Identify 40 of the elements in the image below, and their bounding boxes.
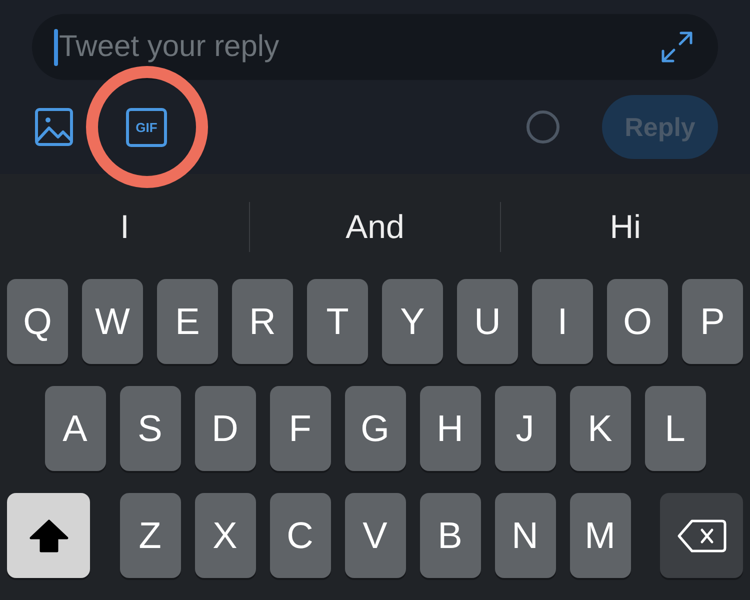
- image-icon: [35, 108, 73, 146]
- key[interactable]: S: [120, 386, 180, 471]
- key[interactable]: Y: [382, 279, 443, 364]
- key[interactable]: E: [157, 279, 218, 364]
- reply-input[interactable]: Tweet your reply: [32, 14, 718, 80]
- key[interactable]: V: [344, 493, 406, 578]
- shift-key[interactable]: [7, 493, 90, 578]
- key[interactable]: A: [44, 386, 106, 471]
- key[interactable]: R: [232, 279, 293, 364]
- key[interactable]: O: [607, 279, 668, 364]
- key[interactable]: W: [82, 279, 143, 364]
- key[interactable]: C: [270, 493, 330, 578]
- key[interactable]: T: [307, 279, 368, 364]
- key[interactable]: N: [494, 493, 556, 578]
- word-suggestion[interactable]: Hi: [610, 208, 641, 246]
- shift-arrow-icon: [28, 518, 68, 552]
- expand-icon: [660, 30, 694, 64]
- word-suggestion[interactable]: I: [120, 208, 130, 246]
- key[interactable]: U: [457, 279, 518, 364]
- add-image-button[interactable]: [35, 108, 73, 146]
- key[interactable]: K: [570, 386, 630, 471]
- key[interactable]: D: [194, 386, 256, 471]
- delete-key[interactable]: [660, 493, 743, 578]
- key[interactable]: L: [644, 386, 706, 471]
- key[interactable]: I: [532, 279, 593, 364]
- backspace-icon: [676, 518, 726, 552]
- key[interactable]: X: [194, 493, 256, 578]
- key[interactable]: Z: [120, 493, 180, 578]
- key[interactable]: B: [420, 493, 480, 578]
- character-count-ring-icon: [526, 110, 560, 144]
- key[interactable]: G: [344, 386, 406, 471]
- key[interactable]: J: [494, 386, 556, 471]
- expand-button[interactable]: [660, 30, 694, 64]
- word-suggestion[interactable]: And: [346, 208, 404, 246]
- key[interactable]: P: [682, 279, 743, 364]
- key[interactable]: M: [570, 493, 630, 578]
- key[interactable]: F: [270, 386, 330, 471]
- key[interactable]: Q: [7, 279, 68, 364]
- key[interactable]: H: [420, 386, 480, 471]
- gif-button[interactable]: GIF: [126, 108, 167, 146]
